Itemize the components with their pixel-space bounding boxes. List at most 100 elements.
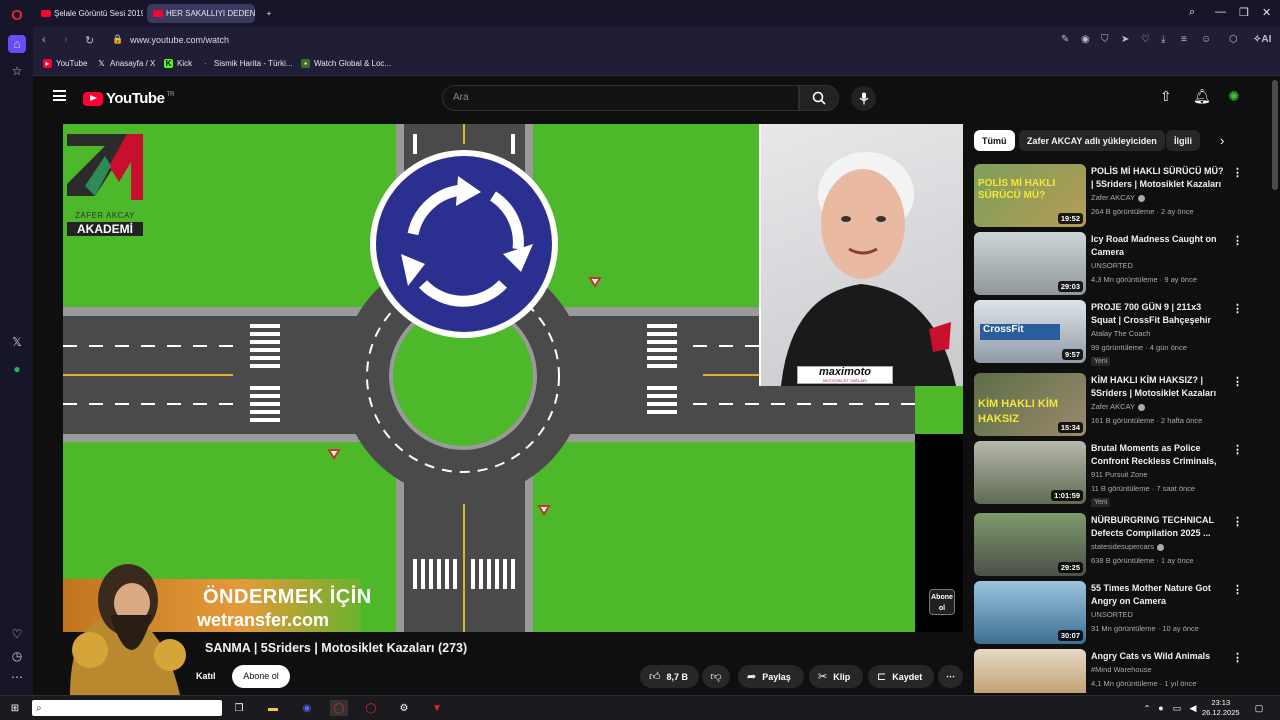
send-icon[interactable]: ➤ [1121,34,1129,45]
recommendation-item[interactable]: 29:25 NÜRBURGRING TECHNICAL Defects Comp… [974,513,1264,577]
video-title[interactable]: KİM HAKLI KİM HAKSIZ? | 5Sriders | Motos… [1091,374,1225,400]
channel-name[interactable]: 911 Pursuit Zone [1091,470,1148,479]
kebab-menu-icon[interactable]: ⋮ [1232,443,1243,456]
subscribe-button[interactable]: Abone ol [232,665,290,688]
video-thumbnail[interactable]: 1:01:59 [974,441,1086,504]
join-button[interactable]: Katıl [196,671,216,681]
recommendation-item[interactable]: CrossFit 9:57 PROJE 700 GÜN 9 | 211x3 Sq… [974,300,1264,366]
url-field[interactable]: www.youtube.com/watch [130,35,229,45]
channel-name[interactable]: UNSORTED [1091,261,1133,270]
file-explorer-icon[interactable]: ▬ [264,700,282,716]
video-title[interactable]: Brutal Moments as Police Confront Reckle… [1091,442,1225,468]
chip-all[interactable]: Tümü [974,130,1015,151]
chip-next-chevron-icon[interactable]: › [1220,133,1224,148]
video-thumbnail[interactable]: CrossFit 9:57 [974,300,1086,363]
menu-list-icon[interactable]: ≡ [1181,34,1187,45]
search-input[interactable]: Ara [442,85,799,111]
volume-icon[interactable]: ◀ [1184,700,1202,716]
camera-icon[interactable]: ◉ [1081,34,1090,45]
avatar[interactable]: ✺ [1228,88,1240,105]
notifications-icon[interactable]: ▢ [1250,700,1268,716]
heart-icon[interactable]: ♡ [8,625,26,643]
ai-button[interactable]: ✧AI [1253,34,1271,45]
video-thumbnail[interactable]: KİM HAKLI KİM HAKSIZ 15:34 [974,373,1086,436]
video-title[interactable]: NÜRBURGRING TECHNICAL Defects Compilatio… [1091,514,1225,540]
app-taskbar-icon[interactable]: ⚙ [395,700,413,716]
page-scrollbar[interactable] [1272,80,1278,190]
hamburger-menu-icon[interactable] [53,90,66,101]
pinned-app-icon[interactable]: ▼ [428,700,446,716]
minimize-icon[interactable]: — [1215,6,1226,18]
search-button[interactable] [799,85,839,111]
profile-icon[interactable]: ☺ [1201,34,1211,45]
kebab-menu-icon[interactable]: ⋮ [1232,651,1243,664]
search-tabs-icon[interactable]: ⌕ [1189,6,1195,19]
video-thumbnail[interactable]: POLİS Mİ HAKLI SÜRÜCÜ MÜ? 19:52 [974,164,1086,227]
video-thumbnail[interactable]: 30:07 [974,581,1086,644]
bookmark-x[interactable]: 𝕏 Anasayfa / X [97,59,155,68]
system-clock[interactable]: 23:13 26.12.2025 [1202,698,1240,718]
video-title[interactable]: Icy Road Madness Caught on Camera [1091,233,1225,259]
clip-button[interactable]: ✂ Klip [809,665,863,688]
channel-name[interactable]: Zafer AKCAY [1091,193,1146,202]
video-title[interactable]: POLİS Mİ HAKLI SÜRÜCÜ MÜ? | 5Sriders | M… [1091,165,1225,191]
kebab-menu-icon[interactable]: ⋮ [1232,302,1243,315]
box-icon[interactable]: ⬡ [1229,34,1238,45]
discord-icon[interactable]: ◉ [298,700,316,716]
pin-icon[interactable]: ☆ [8,62,26,80]
youtube-logo[interactable]: YouTube TR [83,90,174,107]
tab-2-active[interactable]: HER SAKALLIYI DEDEN SA [147,4,255,23]
back-icon[interactable]: ‹ [42,34,46,46]
spotify-icon[interactable]: ● [8,360,26,378]
home-icon[interactable]: ⌂ [8,35,26,53]
reload-icon[interactable]: ↻ [85,34,94,47]
close-window-icon[interactable]: ✕ [1262,6,1271,19]
video-thumbnail[interactable]: 29:25 [974,513,1086,576]
taskbar-search-input[interactable]: ⌕ [32,700,222,716]
dislike-button[interactable]: 👎︎ [702,665,730,688]
chip-uploader[interactable]: Zafer AKCAY adlı yükleyiciden [1019,130,1165,151]
kebab-menu-icon[interactable]: ⋮ [1232,583,1243,596]
forward-icon[interactable]: › [64,34,68,46]
bookmark-sismik[interactable]: · Sismik Harita - Türki... [201,59,292,68]
recommendation-item[interactable]: POLİS Mİ HAKLI SÜRÜCÜ MÜ? 19:52 POLİS Mİ… [974,164,1264,228]
kebab-menu-icon[interactable]: ⋮ [1232,234,1243,247]
maximize-icon[interactable]: ❐ [1239,6,1249,19]
task-view-icon[interactable]: ❐ [230,700,248,716]
abone-badge[interactable]: Abone ol [929,589,955,615]
edit-icon[interactable]: ✎ [1061,34,1069,45]
recommendation-item[interactable]: KİM HAKLI KİM HAKSIZ 15:34 KİM HAKLI KİM… [974,373,1264,437]
upload-icon[interactable]: ⇧ [1160,88,1172,105]
opera-taskbar-icon[interactable]: ◯ [330,700,348,716]
voice-search-button[interactable] [851,86,876,111]
bookmark-youtube[interactable]: ▸ YouTube [43,59,87,68]
history-icon[interactable]: ◷ [8,647,26,665]
tab-1[interactable]: Şelale Görüntü Sesi 2019 [35,4,143,23]
video-title[interactable]: PROJE 700 GÜN 9 | 211x3 Squat | CrossFit… [1091,301,1225,327]
recommendation-item[interactable]: 29:03 Icy Road Madness Caught on Camera … [974,232,1264,296]
like-button[interactable]: 👍︎ 8,7 B [640,665,699,688]
channel-name[interactable]: statesidesupercars [1091,542,1164,551]
shield-icon[interactable]: ⛉ [1101,34,1109,45]
kebab-menu-icon[interactable]: ⋮ [1232,375,1243,388]
bookmark-kick[interactable]: K Kick [164,59,192,68]
download-icon[interactable]: ⤓ [1161,34,1165,45]
new-tab-button[interactable]: + [259,4,279,23]
opera-logo-icon[interactable]: O [8,6,26,24]
channel-name[interactable]: UNSORTED [1091,610,1133,619]
more-icon[interactable]: ⋯ [8,668,26,686]
kebab-menu-icon[interactable]: ⋮ [1232,515,1243,528]
chip-related[interactable]: İlgili [1166,130,1200,151]
save-button[interactable]: ⊏ Kaydet [868,665,934,688]
recommendation-item[interactable]: Angry Cats vs Wild Animals #Mind Warehou… [974,649,1264,693]
opera-alt-taskbar-icon[interactable]: ◯ [362,700,380,716]
heart-outline-icon[interactable]: ♡ [1141,34,1150,45]
video-title[interactable]: Angry Cats vs Wild Animals [1091,650,1225,663]
channel-name[interactable]: Atalay The Coach [1091,329,1150,338]
recommendation-item[interactable]: 1:01:59 Brutal Moments as Police Confron… [974,441,1264,507]
channel-name[interactable]: #Mind Warehouse [1091,665,1152,674]
video-thumbnail[interactable]: 29:03 [974,232,1086,295]
recommendation-item[interactable]: 30:07 55 Times Mother Nature Got Angry o… [974,581,1264,645]
more-actions-button[interactable]: ⋯ [938,665,963,688]
notifications-bell-icon[interactable]: 🔔︎ [1193,88,1211,105]
